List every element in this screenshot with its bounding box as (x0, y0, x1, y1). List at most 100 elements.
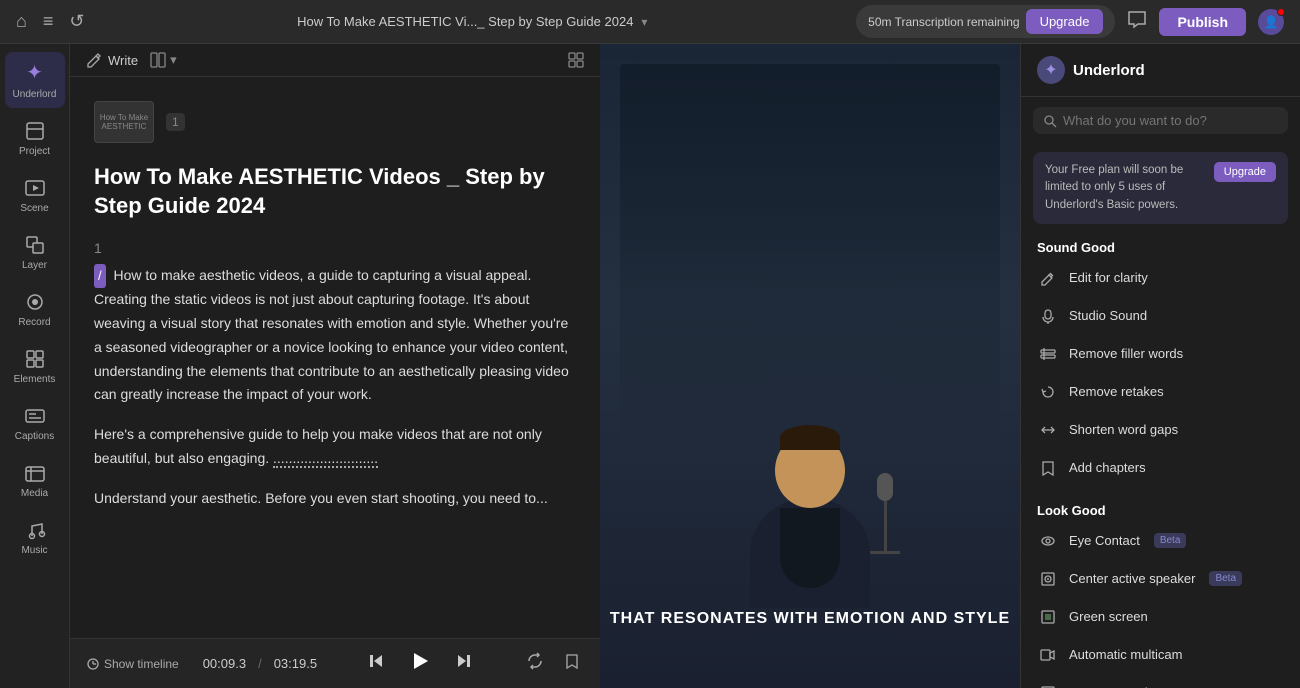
bookmark-button[interactable] (560, 649, 584, 678)
sidebar-label-elements: Elements (14, 374, 56, 385)
sidebar-item-captions[interactable]: Captions (5, 397, 65, 450)
upgrade-notice-button[interactable]: Upgrade (1214, 162, 1276, 182)
home-button[interactable]: ⌂ (12, 7, 31, 36)
show-timeline-button[interactable]: Show timeline (86, 657, 179, 671)
remove-retakes-icon (1037, 381, 1059, 403)
layer-icon (24, 234, 46, 256)
sidebar-item-elements[interactable]: Elements (5, 340, 65, 393)
page-thumbnail: How To Make AESTHETIC (94, 101, 154, 143)
sidebar-label-record: Record (18, 317, 50, 328)
show-timeline-label: Show timeline (104, 657, 179, 671)
paragraph-3[interactable]: Understand your aesthetic. Before you ev… (94, 487, 576, 511)
search-input[interactable] (1063, 113, 1278, 128)
page-thumbnail-row: How To Make AESTHETIC 1 (94, 101, 576, 143)
sidebar-label-music: Music (21, 545, 47, 556)
feature-remove-filler[interactable]: Remove filler words (1021, 335, 1300, 373)
time-separator: / (258, 656, 262, 671)
upgrade-notice-text: Your Free plan will soon be limited to o… (1045, 162, 1206, 214)
grid-view-toggle[interactable] (568, 52, 584, 68)
green-screen-icon (1037, 606, 1059, 628)
add-chapters-icon (1037, 457, 1059, 479)
topbar-left: ⌂ ≡ ↺ (12, 7, 88, 36)
topbar: ⌂ ≡ ↺ How To Make AESTHETIC Vi..._ Step … (0, 0, 1300, 44)
topbar-center: How To Make AESTHETIC Vi..._ Step by Ste… (100, 14, 844, 29)
underlord-avatar: ✦ (1037, 56, 1065, 84)
edit-clarity-icon (1037, 267, 1059, 289)
upgrade-button-topbar[interactable]: Upgrade (1026, 9, 1104, 34)
underlord-icon: ✦ (26, 60, 43, 85)
auto-multicam-label: Automatic multicam (1069, 647, 1182, 662)
publish-button[interactable]: Publish (1159, 8, 1246, 36)
avatar-button[interactable]: 👤 (1254, 5, 1288, 39)
prev-icon (367, 652, 385, 670)
studio-sound-icon (1037, 305, 1059, 327)
speaker-body (750, 498, 870, 608)
sidebar-item-music[interactable]: Music (5, 511, 65, 564)
search-icon (1043, 114, 1057, 128)
left-sidebar: ✦ Underlord Project Scene Layer Record E… (0, 44, 70, 688)
gen-image-icon (1037, 682, 1059, 688)
sidebar-item-project[interactable]: Project (5, 112, 65, 165)
user-avatar: 👤 (1258, 9, 1284, 35)
menu-button[interactable]: ≡ (39, 7, 58, 36)
transcription-badge: 50m Transcription remaining Upgrade (856, 5, 1115, 38)
previous-button[interactable] (363, 648, 389, 679)
current-time: 00:09.3 (203, 656, 246, 671)
sidebar-item-layer[interactable]: Layer (5, 226, 65, 279)
scene-icon (24, 177, 46, 199)
play-icon (409, 650, 431, 672)
feature-green-screen[interactable]: Green screen (1021, 598, 1300, 636)
comments-button[interactable] (1123, 5, 1151, 38)
feature-add-chapters[interactable]: Add chapters (1021, 449, 1300, 487)
edit-clarity-label: Edit for clarity (1069, 270, 1148, 285)
sidebar-item-media[interactable]: Media (5, 454, 65, 507)
feature-studio-sound[interactable]: Studio Sound (1021, 297, 1300, 335)
sidebar-label-underlord: Underlord (13, 89, 57, 100)
speaker-shirt (780, 508, 840, 588)
sound-good-section-title: Sound Good (1021, 232, 1300, 259)
underlord-title: Underlord (1073, 62, 1145, 79)
media-icon (24, 462, 46, 484)
sidebar-label-layer: Layer (22, 260, 47, 271)
play-button[interactable] (405, 646, 435, 682)
add-chapters-label: Add chapters (1069, 460, 1146, 475)
layout-chevron-icon: ▾ (170, 52, 177, 68)
feature-center-speaker[interactable]: Center active speaker Beta (1021, 560, 1300, 598)
underlord-panel: ✦ Underlord Your Free plan will soon be … (1020, 44, 1300, 688)
sidebar-item-record[interactable]: Record (5, 283, 65, 336)
search-box[interactable] (1033, 107, 1288, 134)
sidebar-item-underlord[interactable]: ✦ Underlord (5, 52, 65, 108)
shorten-gaps-label: Shorten word gaps (1069, 422, 1178, 437)
feature-edit-clarity[interactable]: Edit for clarity (1021, 259, 1300, 297)
paragraph-1[interactable]: / How to make aesthetic videos, a guide … (94, 264, 576, 407)
auto-multicam-icon (1037, 644, 1059, 666)
mic-stem (884, 501, 887, 551)
center-speaker-label: Center active speaker (1069, 571, 1195, 586)
write-button[interactable]: Write (86, 52, 138, 68)
sidebar-item-scene[interactable]: Scene (5, 169, 65, 222)
upgrade-notice: Your Free plan will soon be limited to o… (1033, 152, 1288, 224)
total-time: 03:19.5 (274, 656, 317, 671)
main-content: ✦ Underlord Project Scene Layer Record E… (0, 44, 1300, 688)
green-screen-label: Green screen (1069, 609, 1148, 624)
feature-eye-contact[interactable]: Eye Contact Beta (1021, 522, 1300, 560)
paragraph-2[interactable]: Here's a comprehensive guide to help you… (94, 423, 576, 471)
next-button[interactable] (451, 648, 477, 679)
sidebar-label-captions: Captions (15, 431, 54, 442)
microphone (870, 473, 900, 554)
undo-button[interactable]: ↺ (65, 7, 88, 36)
sidebar-label-media: Media (21, 488, 48, 499)
feature-remove-retakes[interactable]: Remove retakes (1021, 373, 1300, 411)
look-good-section-title: Look Good (1021, 495, 1300, 522)
section-number: 1 (94, 240, 576, 256)
feature-shorten-gaps[interactable]: Shorten word gaps (1021, 411, 1300, 449)
video-caption: THAT RESONATES WITH EMOTION AND STYLE (610, 610, 1010, 628)
layout-toggle[interactable]: ▾ (150, 52, 177, 68)
feature-auto-multicam[interactable]: Automatic multicam (1021, 636, 1300, 674)
write-label: Write (108, 53, 138, 68)
loop-button[interactable] (522, 648, 548, 679)
playback-bar: Show timeline 00:09.3 / 03:19.5 (70, 638, 600, 688)
editor-content[interactable]: How To Make AESTHETIC 1 How To Make AEST… (70, 77, 600, 638)
next-icon (455, 652, 473, 670)
feature-gen-image[interactable]: Generate an image (1021, 674, 1300, 688)
